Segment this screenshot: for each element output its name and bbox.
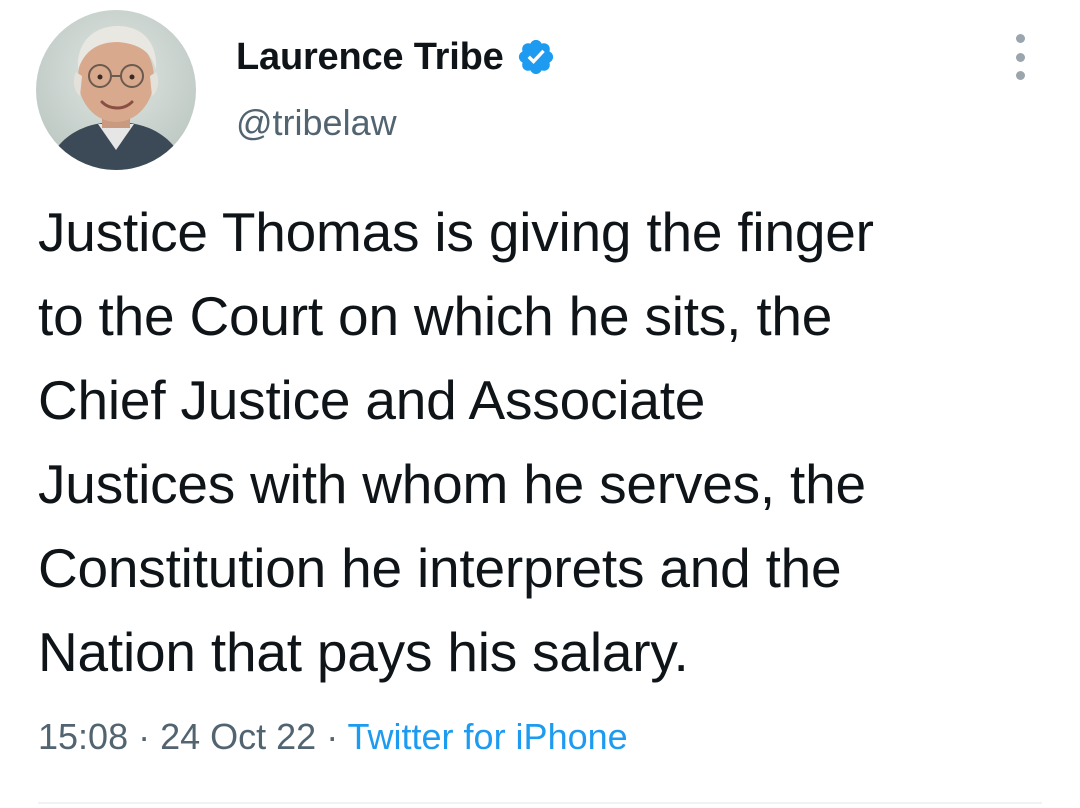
tweet: Laurence Tribe @tribelaw Justice Thomas … xyxy=(0,0,1080,808)
tweet-source-link[interactable]: Twitter for iPhone xyxy=(348,716,628,757)
tweet-text-line: Justice Thomas is giving the finger xyxy=(38,201,874,263)
avatar[interactable] xyxy=(36,10,196,170)
avatar-photo xyxy=(36,10,196,170)
more-options-icon[interactable] xyxy=(1008,34,1032,80)
more-dot xyxy=(1015,34,1025,43)
tweet-text-line: Chief Justice and Associate xyxy=(38,369,706,431)
tweet-text-line: Justices with whom he serves, the xyxy=(38,453,866,515)
author-display-name[interactable]: Laurence Tribe xyxy=(236,36,504,79)
divider xyxy=(38,802,1042,804)
author-name-row: Laurence Tribe xyxy=(236,34,556,80)
tweet-text-line: Constitution he interprets and the xyxy=(38,537,842,599)
tweet-time[interactable]: 15:08 xyxy=(38,716,128,757)
tweet-metadata: 15:08 · 24 Oct 22 · Twitter for iPhone xyxy=(38,716,628,758)
tweet-date[interactable]: 24 Oct 22 xyxy=(160,716,316,757)
tweet-text: Justice Thomas is giving the finger to t… xyxy=(38,190,1068,694)
tweet-text-line: to the Court on which he sits, the xyxy=(38,285,833,347)
author-handle[interactable]: @tribelaw xyxy=(236,102,397,144)
meta-separator: · xyxy=(128,716,161,757)
more-dot xyxy=(1015,71,1025,80)
verified-badge-icon xyxy=(516,37,556,77)
tweet-text-line: Nation that pays his salary. xyxy=(38,621,689,683)
more-dot xyxy=(1015,52,1025,62)
meta-separator: · xyxy=(316,716,348,757)
